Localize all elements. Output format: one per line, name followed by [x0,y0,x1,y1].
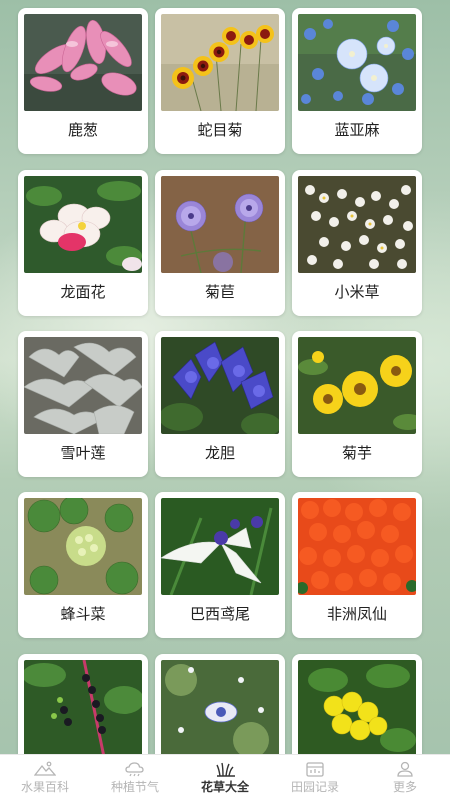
plant-name: 巴西鸢尾 [189,605,250,623]
plant-photo [298,660,416,754]
plant-name: 小米草 [334,283,380,301]
calendar-record-icon [306,762,324,777]
plant-card[interactable] [292,654,422,754]
plant-card[interactable]: 小米草 [292,170,422,316]
plant-photo [161,337,279,434]
plant-card[interactable]: 鹿葱 [18,8,148,154]
plant-name: 菊芋 [341,444,372,462]
plant-grid: 鹿葱 蛇目菊 蓝亚麻 龙面花 菊苣 小米草 雪叶莲 龙胆 菊芋 蜂斗菜 巴西鸢尾… [0,0,450,754]
plant-name: 蜂斗菜 [60,605,106,623]
tab-planting-solar-terms[interactable]: 种植节气 [90,755,180,800]
tab-garden-records[interactable]: 田园记录 [270,755,360,800]
tab-label: 更多 [392,780,417,794]
tab-label: 田园记录 [290,780,339,794]
bottom-tab-bar: 水果百科 种植节气 花草大全 田园记录 更多 [0,754,450,800]
plant-photo [24,660,142,754]
plant-name: 龙面花 [60,283,106,301]
plant-name: 蓝亚麻 [334,121,380,139]
plant-photo [24,14,142,111]
plant-card[interactable]: 巴西鸢尾 [155,492,285,638]
plant-photo [298,176,416,273]
plant-card[interactable]: 雪叶莲 [18,331,148,477]
plant-card[interactable] [155,654,285,754]
plant-name: 非洲凤仙 [326,605,387,623]
plant-card[interactable]: 菊芋 [292,331,422,477]
plant-photo [161,176,279,273]
weather-cloud-icon [125,762,144,777]
plant-card[interactable]: 蜂斗菜 [18,492,148,638]
plant-photo [24,498,142,595]
plant-card[interactable]: 蛇目菊 [155,8,285,154]
plant-name: 鹿葱 [67,121,98,139]
plant-photo [24,337,142,434]
plant-photo [161,498,279,595]
plant-card[interactable]: 非洲凤仙 [292,492,422,638]
plant-card[interactable]: 龙胆 [155,331,285,477]
tab-label: 种植节气 [110,780,159,794]
tab-label: 水果百科 [20,780,69,794]
plant-card[interactable] [18,654,148,754]
plant-name: 雪叶莲 [60,444,106,462]
plant-card[interactable]: 龙面花 [18,170,148,316]
user-profile-icon [397,761,413,777]
tab-label: 花草大全 [200,780,249,794]
plant-name: 菊苣 [204,283,235,301]
plant-photo [298,337,416,434]
plant-photo [298,498,416,595]
tab-more[interactable]: 更多 [360,755,450,800]
tab-fruit-encyclopedia[interactable]: 水果百科 [0,755,90,800]
plant-photo [161,660,279,754]
plant-name: 蛇目菊 [197,121,243,139]
tab-flowers-and-plants[interactable]: 花草大全 [180,755,270,800]
plant-photo [24,176,142,273]
plant-card[interactable]: 蓝亚麻 [292,8,422,154]
plant-card[interactable]: 菊苣 [155,170,285,316]
fruit-mountain-icon [34,761,56,776]
plant-photo [298,14,416,111]
plant-photo [161,14,279,111]
grass-plant-icon [216,762,235,777]
plant-name: 龙胆 [204,444,235,462]
